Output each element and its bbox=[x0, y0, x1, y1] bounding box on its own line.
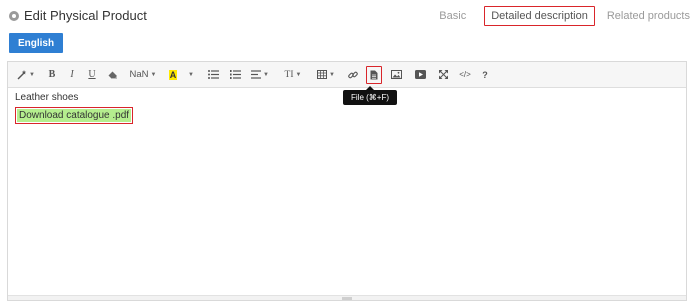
table-icon bbox=[317, 70, 328, 79]
insert-link-button[interactable] bbox=[342, 65, 364, 85]
unordered-list-button[interactable] bbox=[202, 65, 224, 85]
tab-bar: Basic Detailed description Related produ… bbox=[433, 6, 696, 26]
text-size-icon: TI bbox=[284, 69, 294, 80]
video-icon bbox=[414, 70, 426, 79]
chevron-down-icon: ▼ bbox=[150, 71, 157, 78]
italic-button[interactable]: I bbox=[62, 65, 82, 85]
help-button[interactable]: ? bbox=[476, 65, 494, 85]
resize-grip-icon[interactable] bbox=[342, 297, 352, 300]
numbered-list-icon bbox=[229, 70, 241, 79]
code-view-button[interactable]: </> bbox=[454, 65, 476, 85]
tab-related-products[interactable]: Related products bbox=[601, 7, 696, 25]
font-color-button[interactable]: A bbox=[164, 65, 182, 85]
rich-text-editor: ▼ B I U NaN ▼ A ▼ ▼ TI ▼ ▼ </> ? File (⌘… bbox=[7, 61, 687, 301]
style-dropdown[interactable]: ▼ bbox=[14, 65, 38, 85]
fullscreen-button[interactable] bbox=[432, 65, 454, 85]
font-family-value: NaN bbox=[129, 69, 149, 80]
file-icon bbox=[370, 70, 378, 79]
chevron-down-icon: ▼ bbox=[329, 71, 335, 78]
chevron-down-icon: ▼ bbox=[29, 71, 35, 78]
text-size-dropdown[interactable]: TI ▼ bbox=[278, 65, 308, 85]
page-title: Edit Physical Product bbox=[24, 8, 147, 23]
bullet-list-icon bbox=[207, 70, 219, 79]
chevron-down-icon: ▼ bbox=[188, 71, 194, 78]
editor-toolbar: ▼ B I U NaN ▼ A ▼ ▼ TI ▼ ▼ </> ? bbox=[8, 62, 686, 88]
eraser-icon bbox=[108, 71, 117, 78]
font-color-dropdown[interactable]: ▼ bbox=[182, 65, 198, 85]
font-family-dropdown[interactable]: NaN ▼ bbox=[128, 65, 158, 85]
underline-button[interactable]: U bbox=[82, 65, 102, 85]
chevron-down-icon: ▼ bbox=[263, 71, 269, 78]
insert-image-button[interactable] bbox=[384, 65, 408, 85]
editor-resize-bar[interactable] bbox=[8, 295, 686, 300]
tab-detailed-description[interactable]: Detailed description bbox=[484, 6, 595, 26]
file-tooltip: File (⌘+F) bbox=[343, 86, 397, 105]
language-button[interactable]: English bbox=[9, 33, 63, 53]
tab-basic[interactable]: Basic bbox=[433, 7, 472, 25]
font-color-icon: A bbox=[168, 69, 178, 80]
bold-button[interactable]: B bbox=[42, 65, 62, 85]
fullscreen-icon bbox=[438, 70, 448, 79]
magic-wand-icon bbox=[17, 69, 27, 79]
page-header: Edit Physical Product Basic Detailed des… bbox=[0, 0, 696, 30]
catalogue-file-link[interactable]: Download catalogue .pdf bbox=[17, 109, 132, 122]
ordered-list-button[interactable] bbox=[224, 65, 246, 85]
gear-icon bbox=[9, 10, 19, 21]
title-wrap: Edit Physical Product bbox=[9, 8, 147, 23]
insert-video-button[interactable] bbox=[408, 65, 432, 85]
align-left-icon bbox=[251, 70, 262, 79]
align-dropdown[interactable]: ▼ bbox=[246, 65, 274, 85]
link-icon bbox=[348, 71, 358, 78]
image-icon bbox=[390, 70, 402, 79]
table-dropdown[interactable]: ▼ bbox=[312, 65, 340, 85]
clear-format-button[interactable] bbox=[102, 65, 124, 85]
insert-file-button[interactable] bbox=[366, 65, 382, 84]
link-highlight-box: Download catalogue .pdf bbox=[15, 107, 134, 124]
chevron-down-icon: ▼ bbox=[295, 71, 302, 78]
